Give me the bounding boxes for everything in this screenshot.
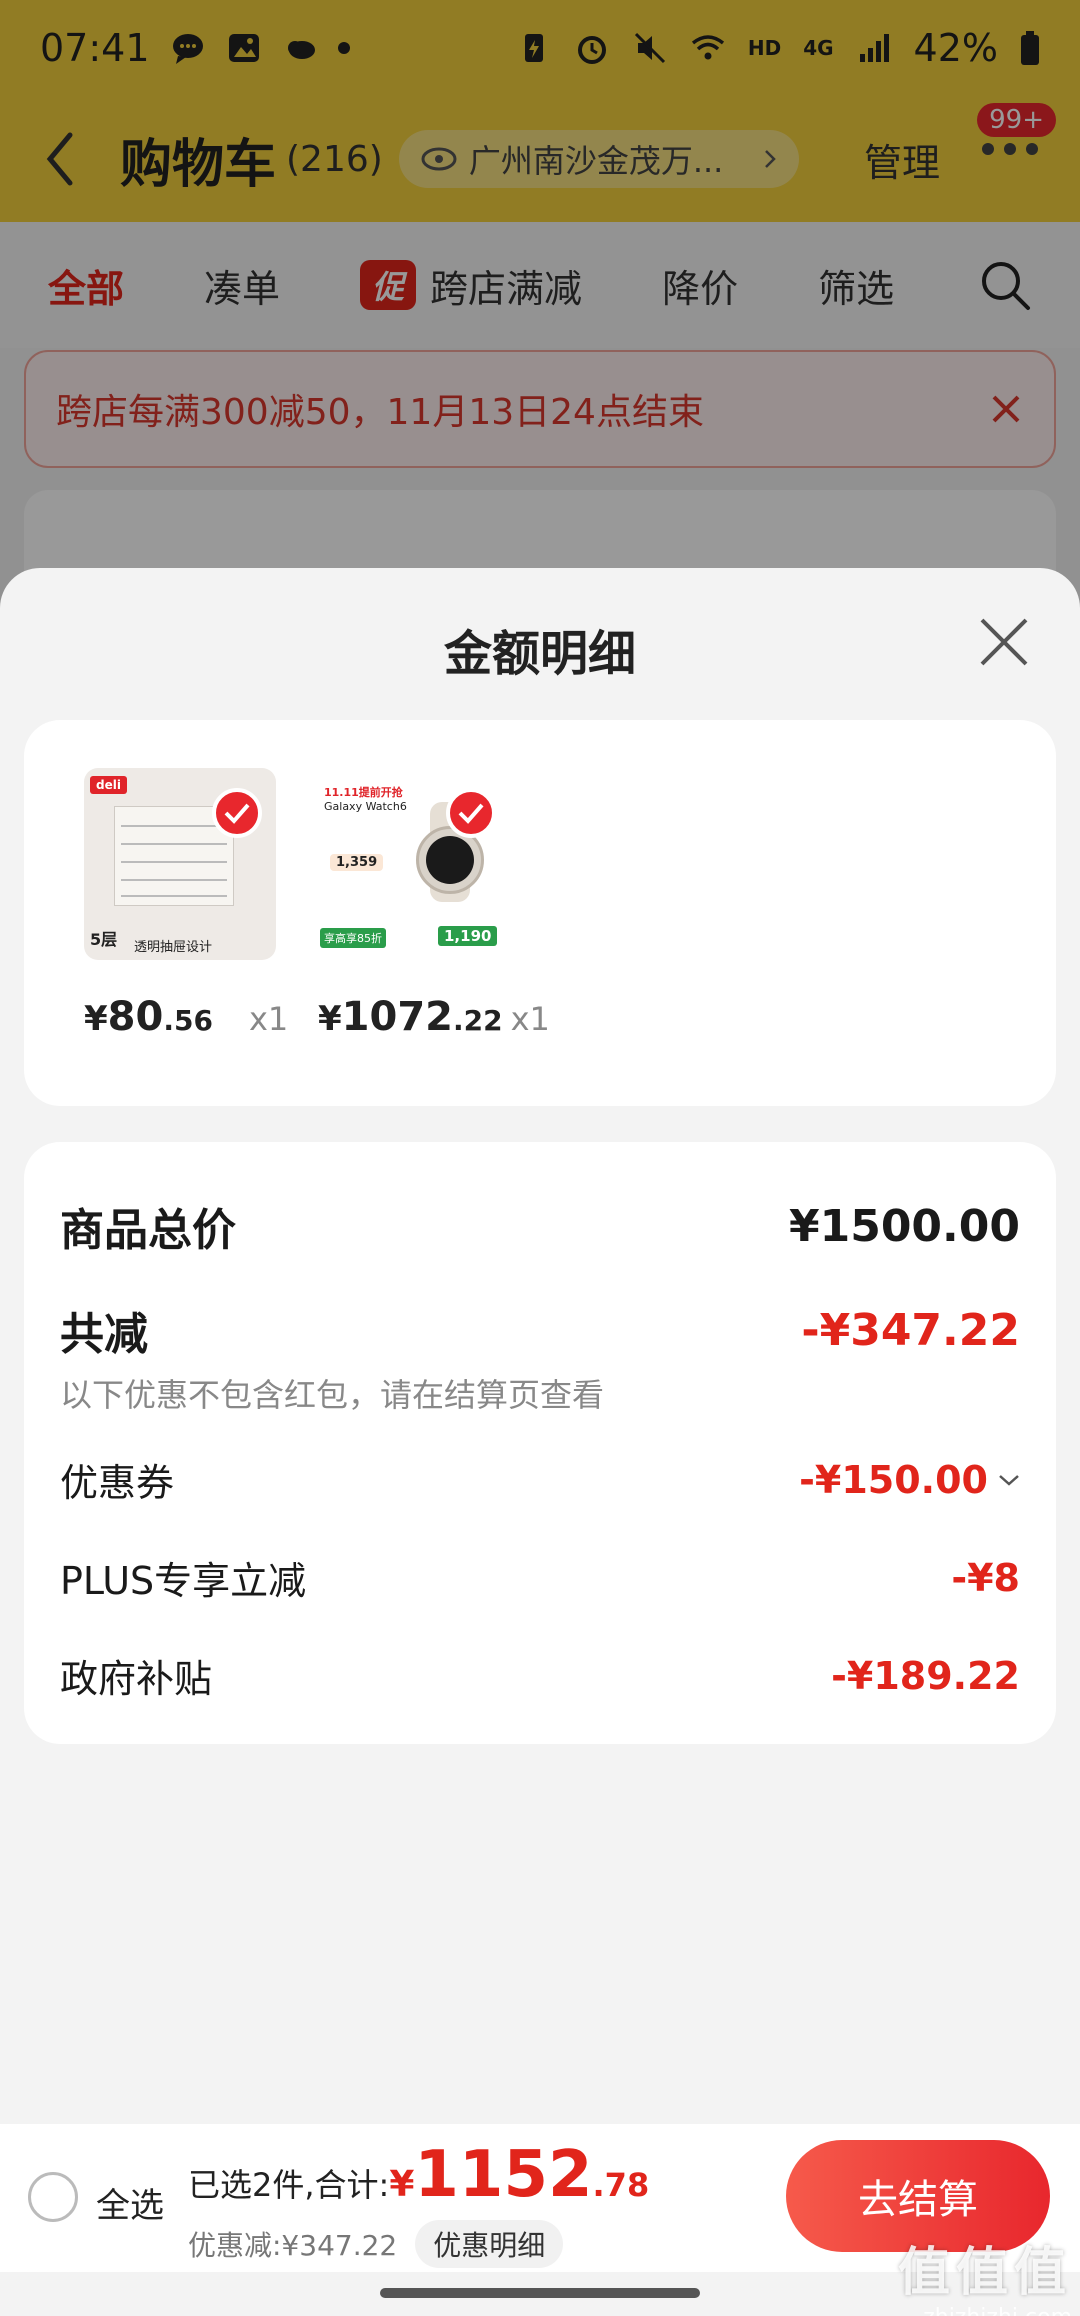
total-amount: 1152 (414, 2138, 593, 2212)
amount-detail-sheet: 金额明细 deli 5层 透明抽屉设计 ¥ 80 .56 x1 11.11提前开… (0, 568, 1080, 2124)
plus-discount-row: PLUS专享立减 -¥8 (60, 1550, 1020, 1605)
home-gesture-bar[interactable] (380, 2288, 700, 2298)
selected-item[interactable]: deli 5层 透明抽屉设计 (84, 768, 284, 960)
gov-subsidy-label: 政府补贴 (60, 1657, 213, 1701)
brand-logo: deli (90, 776, 127, 794)
reduction-note: 以下优惠不包含红包，请在结算页查看 (60, 1376, 605, 1414)
total-price-row: 商品总价 ¥1500.00 (60, 1194, 1020, 1258)
final-price-tag: 1,190 (438, 926, 498, 946)
discount-text: 优惠减:¥347.22 (188, 2229, 398, 2262)
item-price: ¥ 80 .56 x1 (84, 994, 289, 1040)
item-price: ¥ 1072 .22 x1 (318, 994, 550, 1040)
selected-item[interactable]: 11.11提前开抢 Galaxy Watch6 1,359 享高享85折 1,1… (318, 768, 518, 960)
amount-breakdown-card: 商品总价 ¥1500.00 共减 -¥347.22 以下优惠不包含红包，请在结算… (24, 1142, 1056, 1744)
coupon-row[interactable]: 优惠券 -¥150.00 (60, 1452, 1020, 1507)
selected-check[interactable] (212, 788, 262, 838)
watermark: 值值值 zhizhizhi.com (897, 2243, 1072, 2316)
close-icon[interactable] (978, 616, 1030, 668)
thumb-caption: 透明抽屉设计 (134, 940, 213, 955)
item-quantity: x1 (248, 1000, 289, 1038)
discount-detail-button[interactable]: 优惠明细 (415, 2220, 564, 2268)
discount-tag: 享高享85折 (320, 928, 386, 948)
product-name-text: Galaxy Watch6 (324, 800, 407, 813)
thumb-price: 1,359 (330, 854, 384, 871)
gov-subsidy-value: -¥189.22 (831, 1653, 1020, 1698)
selected-count-label: 已选2件,合计: (188, 2166, 390, 2204)
selected-items-card: deli 5层 透明抽屉设计 ¥ 80 .56 x1 11.11提前开抢 Gal… (24, 720, 1056, 1106)
selected-check[interactable] (446, 788, 496, 838)
coupon-value: -¥150.00 (799, 1457, 988, 1502)
checkmark-icon (458, 803, 484, 824)
sheet-title: 金额明细 (443, 626, 636, 682)
total-price-value: ¥1500.00 (788, 1200, 1020, 1252)
product-thumbnail: 11.11提前开抢 Galaxy Watch6 1,359 享高享85折 1,1… (318, 768, 510, 960)
discount-summary: 优惠减:¥347.22 优惠明细 (188, 2220, 564, 2268)
select-all-label[interactable]: 全选 (96, 2178, 164, 2227)
item-quantity: x1 (510, 1000, 550, 1038)
product-thumbnail: deli 5层 透明抽屉设计 (84, 768, 276, 960)
order-total: 已选2件,合计: ¥ 1152 .78 (188, 2138, 650, 2212)
chevron-down-icon (999, 1474, 1019, 1486)
coupon-label: 优惠券 (60, 1461, 175, 1505)
plus-discount-label: PLUS专享立减 (60, 1559, 307, 1603)
total-reduction-label: 共减 (60, 1309, 148, 1360)
total-price-label: 商品总价 (60, 1205, 236, 1256)
total-reduction-row: 共减 -¥347.22 (60, 1298, 1020, 1362)
select-all-checkbox[interactable] (28, 2172, 78, 2222)
layers-tag: 5层 (90, 930, 118, 949)
promo-banner-text: 11.11提前开抢 (324, 786, 403, 799)
plus-discount-value: -¥8 (951, 1555, 1020, 1600)
total-reduction-value: -¥347.22 (801, 1304, 1020, 1356)
checkmark-icon (224, 803, 250, 824)
gov-subsidy-row: 政府补贴 -¥189.22 (60, 1648, 1020, 1703)
